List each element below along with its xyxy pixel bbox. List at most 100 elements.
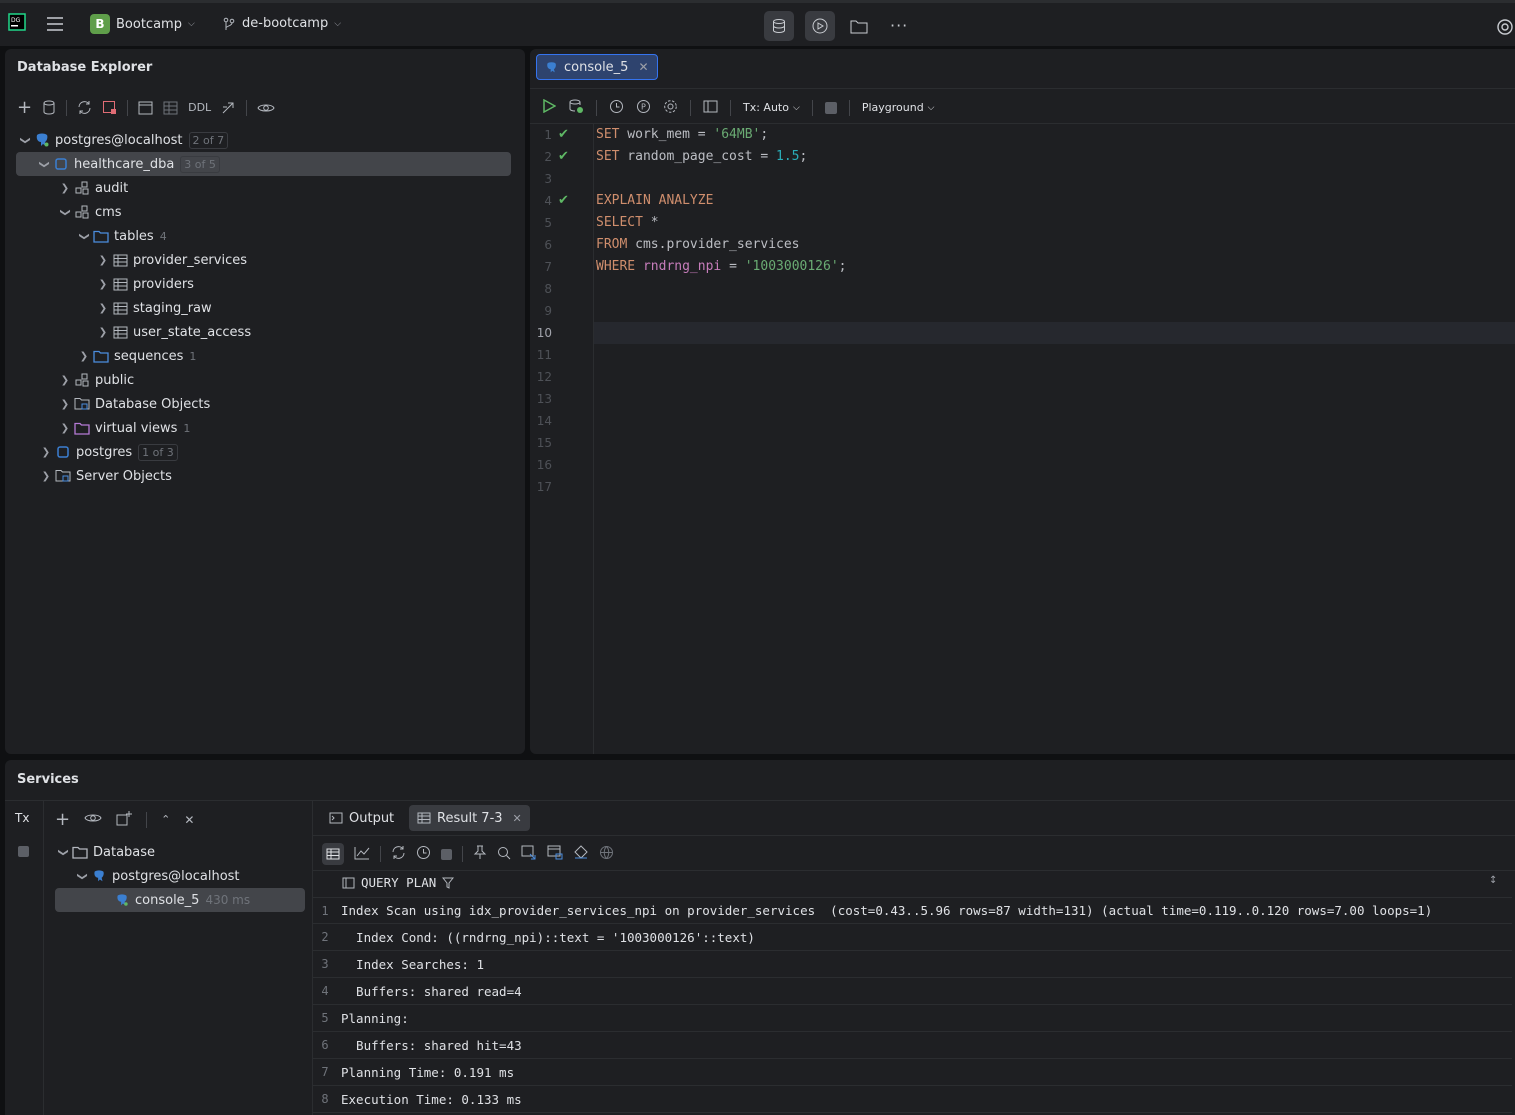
stop-icon[interactable] bbox=[441, 848, 452, 860]
view-eye-icon[interactable] bbox=[84, 812, 102, 827]
ai-assistant-icon[interactable] bbox=[1496, 18, 1514, 36]
services-node-console-5[interactable]: console_5 430 ms bbox=[55, 888, 305, 912]
chevron-right-icon[interactable]: ❯ bbox=[38, 447, 54, 458]
table-row[interactable]: 1 Index Scan using idx_provider_services_… bbox=[313, 897, 1512, 924]
tab-console-5[interactable]: console_5 ✕ bbox=[536, 54, 658, 80]
add-icon[interactable]: + bbox=[55, 809, 70, 830]
tree-node-virtual-views[interactable]: ❯ virtual views 1 bbox=[17, 416, 511, 440]
chevron-right-icon[interactable]: ❯ bbox=[38, 471, 54, 482]
collapse-all-icon[interactable]: ✕ bbox=[184, 813, 194, 827]
close-icon[interactable]: ✕ bbox=[513, 812, 522, 825]
expand-all-icon[interactable]: ⌃ bbox=[161, 813, 170, 826]
chevron-right-icon[interactable]: ❯ bbox=[57, 183, 73, 194]
data-source-properties-icon[interactable] bbox=[42, 100, 56, 116]
services-node-datasource[interactable]: ❯ postgres@localhost bbox=[74, 864, 305, 888]
schema-icon bbox=[73, 204, 91, 220]
tree-node-schema-audit[interactable]: ❯ audit bbox=[17, 176, 511, 200]
export-icon[interactable] bbox=[521, 845, 537, 863]
refresh-icon[interactable] bbox=[391, 845, 406, 863]
chevron-right-icon[interactable]: ❯ bbox=[95, 279, 111, 290]
tree-node-table-provider-services[interactable]: ❯ provider_services bbox=[17, 248, 511, 272]
globe-icon[interactable] bbox=[599, 845, 614, 863]
chevron-right-icon[interactable]: ❯ bbox=[76, 351, 92, 362]
tx-label[interactable]: Tx bbox=[15, 811, 29, 825]
database-tool-icon[interactable] bbox=[764, 11, 794, 41]
history-icon[interactable] bbox=[416, 845, 431, 863]
table-row[interactable]: 3 Index Searches: 1 bbox=[313, 951, 1512, 978]
column-header-query-plan[interactable]: QUERY PLAN bbox=[342, 875, 455, 890]
table-row[interactable]: 2 Index Cond: ((rndrng_npi)::text = '100… bbox=[313, 924, 1512, 951]
table-row[interactable]: 4 Buffers: shared read=4 bbox=[313, 978, 1512, 1005]
folder-icon[interactable] bbox=[850, 19, 868, 34]
line-number: 2 bbox=[544, 150, 552, 164]
chevron-down-icon[interactable]: ❯ bbox=[60, 204, 71, 220]
tree-node-datasource[interactable]: ❯ postgres@localhost 2 of 7 bbox=[17, 128, 511, 152]
table-row[interactable]: 7 Planning Time: 0.191 ms bbox=[313, 1059, 1512, 1086]
table-row[interactable]: 6 Buffers: shared hit=43 bbox=[313, 1032, 1512, 1059]
more-options-icon[interactable]: ··· bbox=[890, 16, 908, 35]
disconnect-icon[interactable] bbox=[102, 100, 117, 115]
explain-plan-icon[interactable] bbox=[568, 98, 584, 117]
tx-mode-dropdown[interactable]: Tx: Auto ⌵ bbox=[743, 101, 800, 114]
import-icon[interactable] bbox=[547, 845, 563, 863]
compare-icon[interactable] bbox=[573, 845, 589, 863]
tab-output[interactable]: Output bbox=[321, 805, 402, 831]
close-icon[interactable]: ✕ bbox=[638, 60, 648, 74]
chevron-right-icon[interactable]: ❯ bbox=[95, 255, 111, 266]
panel-title: Database Explorer bbox=[17, 60, 153, 75]
chevron-right-icon[interactable]: ❯ bbox=[57, 423, 73, 434]
table-view-icon[interactable] bbox=[322, 843, 344, 865]
settings-gear-icon[interactable] bbox=[663, 99, 678, 117]
ddl-button[interactable]: DDL bbox=[188, 101, 211, 114]
chart-icon[interactable] bbox=[354, 846, 370, 863]
chevron-right-icon[interactable]: ❯ bbox=[57, 399, 73, 410]
project-selector[interactable]: B Bootcamp ⌵ bbox=[90, 14, 195, 34]
chevron-down-icon[interactable]: ❯ bbox=[77, 868, 88, 884]
search-icon[interactable] bbox=[497, 846, 511, 863]
refresh-icon[interactable] bbox=[77, 100, 92, 115]
tree-node-folder-sequences[interactable]: ❯ sequences 1 bbox=[17, 344, 511, 368]
history-icon[interactable] bbox=[609, 99, 624, 117]
table-row[interactable]: 8 Execution Time: 0.133 ms bbox=[313, 1086, 1512, 1113]
chevron-right-icon[interactable]: ❯ bbox=[95, 327, 111, 338]
tree-node-database-objects[interactable]: ❯ Database Objects bbox=[17, 392, 511, 416]
execute-play-icon[interactable] bbox=[542, 98, 557, 116]
schema-selector-dropdown[interactable]: Playground ⌵ bbox=[862, 101, 935, 114]
pin-icon[interactable] bbox=[473, 845, 487, 863]
new-group-icon[interactable] bbox=[116, 810, 133, 829]
chevron-down-icon[interactable]: ❯ bbox=[58, 844, 69, 860]
tree-node-table-providers[interactable]: ❯ providers bbox=[17, 272, 511, 296]
tab-result[interactable]: Result 7-3 ✕ bbox=[409, 805, 530, 831]
chevron-down-icon[interactable]: ❯ bbox=[79, 228, 90, 244]
table-row[interactable]: 5 Planning: bbox=[313, 1005, 1512, 1032]
app-logo-icon[interactable]: DG bbox=[8, 13, 26, 31]
tree-node-table-staging-raw[interactable]: ❯ staging_raw bbox=[17, 296, 511, 320]
tree-node-database-healthcare-dba[interactable]: ❯ healthcare_dba 3 of 5 bbox=[16, 152, 511, 176]
sort-icon[interactable]: ↕ bbox=[1489, 875, 1497, 886]
add-icon[interactable]: + bbox=[17, 97, 32, 118]
filter-icon[interactable] bbox=[442, 877, 455, 889]
jump-to-source-icon[interactable] bbox=[221, 100, 236, 115]
tree-node-schema-public[interactable]: ❯ public bbox=[17, 368, 511, 392]
services-tool-icon[interactable] bbox=[805, 11, 835, 41]
tree-node-folder-tables[interactable]: ❯ tables 4 bbox=[17, 224, 511, 248]
main-menu-icon[interactable] bbox=[46, 16, 64, 32]
chevron-down-icon[interactable]: ❯ bbox=[39, 156, 50, 172]
services-node-database[interactable]: ❯ Database bbox=[55, 840, 305, 864]
branch-selector[interactable]: de-bootcamp ⌵ bbox=[222, 16, 341, 31]
row-number: 4 bbox=[321, 984, 329, 998]
table-icon[interactable] bbox=[163, 101, 178, 115]
tree-node-schema-cms[interactable]: ❯ cms bbox=[17, 200, 511, 224]
chevron-right-icon[interactable]: ❯ bbox=[95, 303, 111, 314]
tree-node-server-objects[interactable]: ❯ Server Objects bbox=[17, 464, 511, 488]
tree-node-table-user-state-access[interactable]: ❯ user_state_access bbox=[17, 320, 511, 344]
stop-icon[interactable] bbox=[824, 101, 837, 114]
chevron-right-icon[interactable]: ❯ bbox=[57, 375, 73, 386]
jump-to-console-icon[interactable] bbox=[138, 101, 153, 115]
stop-icon[interactable] bbox=[18, 846, 29, 857]
chevron-down-icon[interactable]: ❯ bbox=[20, 132, 31, 148]
layout-panel-icon[interactable] bbox=[703, 100, 718, 116]
pin-p-icon[interactable]: P bbox=[636, 99, 651, 117]
view-options-eye-icon[interactable] bbox=[257, 102, 275, 114]
tree-node-database-postgres[interactable]: ❯ postgres 1 of 3 bbox=[17, 440, 511, 464]
